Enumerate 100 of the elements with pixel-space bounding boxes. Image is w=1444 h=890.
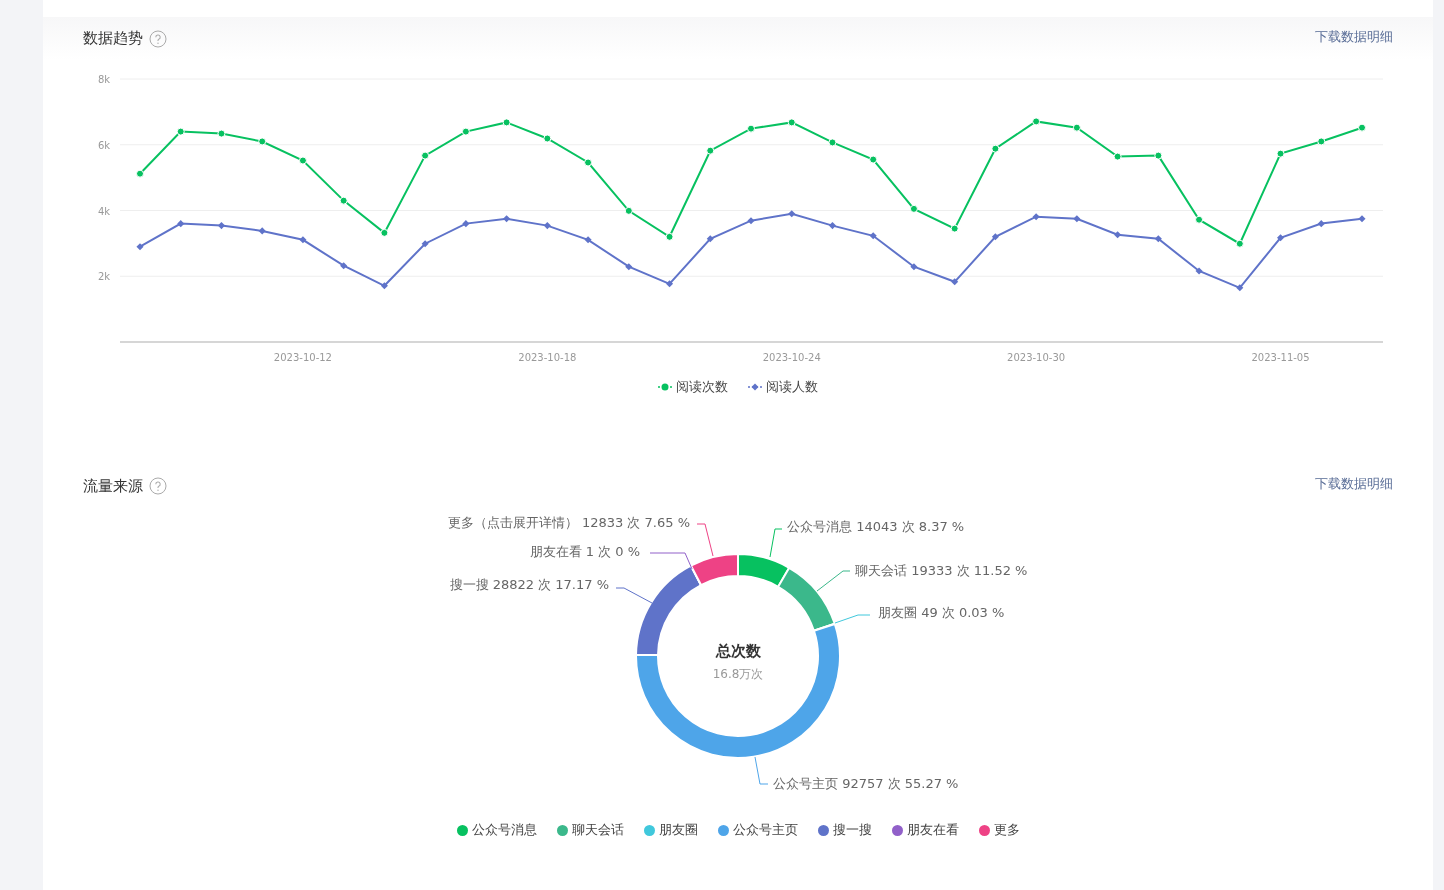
data-point — [788, 210, 796, 218]
data-point — [991, 233, 999, 241]
data-point — [461, 127, 470, 136]
download-link[interactable]: 下载数据明细 — [1315, 475, 1393, 493]
data-point — [624, 206, 633, 215]
legend-label[interactable]: 朋友圈 — [658, 821, 698, 839]
y-tick-label: 2k — [98, 271, 111, 283]
data-point — [584, 158, 593, 167]
data-point — [665, 232, 674, 241]
data-point — [1113, 152, 1122, 161]
data-point — [421, 240, 429, 248]
data-point — [421, 151, 430, 160]
data-point — [951, 278, 959, 286]
data-point — [543, 134, 552, 143]
legend-dot — [817, 824, 829, 836]
y-tick-label: 8k — [98, 74, 111, 85]
data-point — [909, 204, 918, 213]
data-point — [502, 118, 511, 127]
data-point — [503, 215, 511, 223]
data-point — [787, 118, 796, 127]
section-title: 流量来源 — [83, 476, 143, 496]
legend-marker-icon — [748, 382, 762, 392]
data-point — [217, 129, 226, 138]
slice-label: 聊天会话 19333 次 11.52 % — [855, 563, 1028, 578]
data-point — [828, 138, 837, 147]
leader-line — [696, 523, 714, 557]
data-point — [1236, 284, 1244, 292]
data-point — [1317, 137, 1326, 146]
x-tick-label: 2023-10-30 — [1007, 352, 1066, 363]
data-point — [869, 232, 877, 240]
leader-line — [834, 614, 871, 624]
x-tick-label: 2023-10-18 — [518, 352, 577, 363]
data-point — [258, 227, 266, 235]
slice-label: 朋友圈 49 次 0.03 % — [878, 605, 1005, 620]
data-point — [339, 196, 348, 205]
legend-marker-icon — [658, 382, 672, 392]
legend-label[interactable]: 更多 — [993, 821, 1020, 839]
data-point — [258, 137, 267, 146]
data-point — [380, 228, 389, 237]
x-tick-label: 2023-10-24 — [762, 352, 821, 363]
help-icon[interactable] — [149, 477, 167, 495]
donut-center-value: 16.8万次 — [712, 667, 764, 681]
slice-label: 更多（点击展开详情） 12833 次 7.65 % — [447, 515, 690, 530]
data-point — [1276, 149, 1285, 158]
leader-line — [649, 552, 693, 570]
leader-line — [769, 528, 783, 558]
data-point — [136, 243, 144, 251]
legend-dot — [978, 824, 990, 836]
legend-dot — [643, 824, 655, 836]
data-point — [1235, 239, 1244, 248]
data-point — [747, 217, 755, 225]
data-point — [177, 220, 185, 228]
legend-label[interactable]: 公众号消息 — [471, 821, 537, 839]
donut-center-title: 总次数 — [715, 642, 761, 660]
data-point — [340, 262, 348, 270]
data-point — [543, 222, 551, 230]
x-tick-label: 2023-11-05 — [1251, 352, 1310, 363]
data-point — [217, 222, 225, 230]
data-point — [1114, 231, 1122, 239]
data-point — [298, 156, 307, 165]
data-point — [584, 236, 592, 244]
legend-label[interactable]: 聊天会话 — [571, 821, 624, 839]
data-point — [625, 263, 633, 271]
data-point — [1072, 123, 1081, 132]
legend-label[interactable]: 阅读次数 — [676, 378, 728, 396]
data-point — [828, 222, 836, 230]
data-point — [1358, 215, 1366, 223]
data-point — [1358, 123, 1366, 132]
x-tick-label: 2023-10-12 — [273, 352, 332, 363]
data-point — [1154, 235, 1162, 243]
y-tick-label: 4k — [98, 205, 111, 217]
y-tick-label: 6k — [98, 139, 111, 151]
help-icon[interactable] — [149, 29, 167, 48]
data-point — [1073, 215, 1081, 223]
slice-label: 公众号消息 14043 次 8.37 % — [787, 519, 965, 534]
legend-dot — [456, 824, 468, 836]
legend-label[interactable]: 搜一搜 — [832, 821, 872, 839]
data-point — [176, 127, 185, 136]
download-link[interactable]: 下载数据明细 — [1315, 27, 1393, 46]
slice-label: 公众号主页 92757 次 55.27 % — [773, 776, 959, 791]
legend-dot — [556, 824, 568, 836]
data-point — [991, 144, 1000, 153]
legend-label[interactable]: 公众号主页 — [732, 821, 798, 839]
data-point — [1032, 213, 1040, 221]
data-point — [950, 224, 959, 233]
data-point — [747, 124, 755, 133]
data-point — [1317, 220, 1325, 228]
data-point — [299, 236, 307, 244]
leader-line — [754, 756, 769, 785]
data-point — [1032, 117, 1041, 126]
legend-label[interactable]: 朋友在看 — [906, 821, 959, 839]
data-point — [1195, 267, 1203, 275]
data-point — [666, 280, 674, 288]
data-point — [706, 235, 714, 243]
data-point — [1154, 151, 1163, 160]
data-point — [1277, 234, 1285, 242]
legend-label[interactable]: 阅读人数 — [766, 378, 818, 396]
data-point — [462, 220, 470, 228]
legend-dot — [717, 824, 729, 836]
slice-label: 搜一搜 28822 次 17.17 % — [449, 577, 609, 592]
